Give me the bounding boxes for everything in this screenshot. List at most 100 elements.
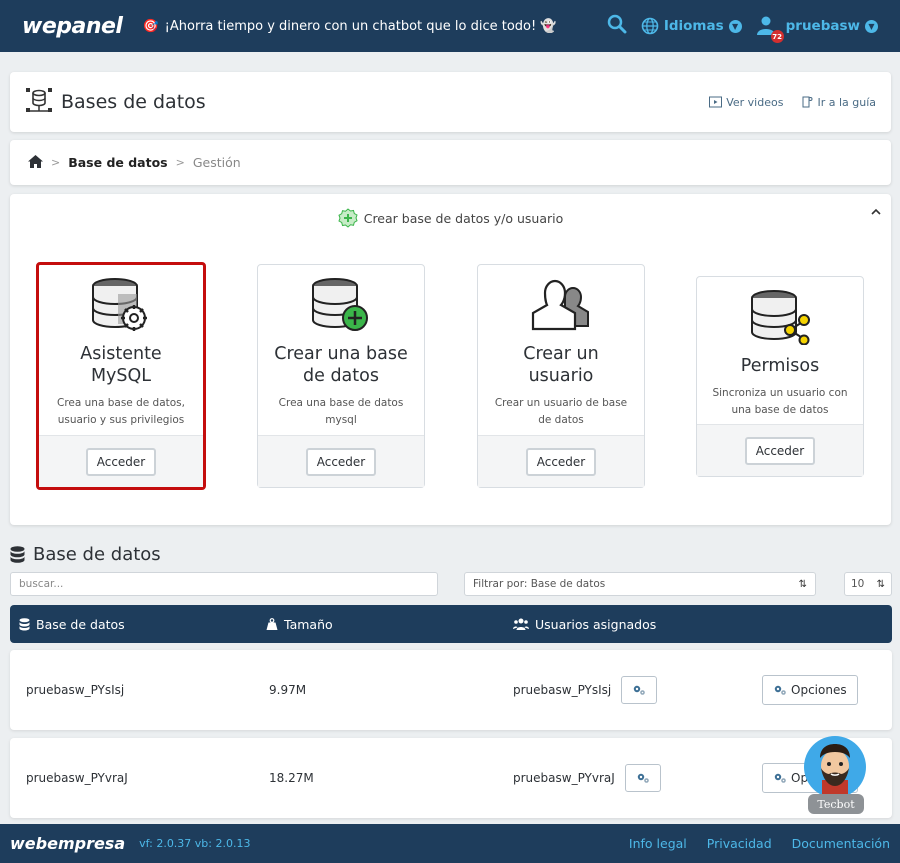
column-label: Base de datos bbox=[36, 616, 125, 632]
filter-select[interactable]: Filtrar por: Base de datos ⇅ bbox=[464, 572, 816, 596]
top-navbar: wepanel 🎯 ¡Ahorra tiempo y dinero con un… bbox=[0, 0, 900, 52]
version-info: vf: 2.0.37 vb: 2.0.13 bbox=[139, 837, 251, 850]
db-size: 18.27M bbox=[269, 771, 314, 785]
assigned-user: pruebasw_PYsIsj bbox=[513, 683, 612, 697]
search-icon[interactable] bbox=[607, 14, 627, 38]
video-icon bbox=[709, 96, 723, 108]
sort-arrows-icon: ⇅ bbox=[798, 578, 807, 590]
table-header: Base de datos Tamaño Usuarios asignados bbox=[10, 605, 892, 643]
option-description: Sincroniza un usuario con una base de da… bbox=[712, 387, 848, 416]
gears-icon bbox=[774, 773, 786, 783]
go-to-guide-label: Ir a la guía bbox=[817, 95, 876, 109]
column-header-users[interactable]: Usuarios asignados bbox=[513, 617, 656, 632]
access-button[interactable]: Acceder bbox=[525, 447, 597, 476]
table-row: pruebasw_PYvraJ 18.27M pruebasw_PYvraJ O… bbox=[10, 738, 892, 818]
access-button[interactable]: Acceder bbox=[744, 436, 816, 465]
column-label: Tamaño bbox=[284, 616, 333, 632]
chevron-up-icon[interactable] bbox=[871, 204, 881, 218]
option-permissions[interactable]: Permisos Sincroniza un usuario con una b… bbox=[696, 276, 864, 477]
tecbot-chat-launcher[interactable]: Tecbot bbox=[804, 736, 866, 816]
chevron-down-icon: ▼ bbox=[728, 19, 742, 33]
tecbot-avatar bbox=[804, 736, 866, 798]
database-icon bbox=[10, 545, 25, 563]
access-button[interactable]: Acceder bbox=[305, 447, 377, 476]
privacy-link[interactable]: Privacidad bbox=[707, 836, 772, 851]
db-section-label: Base de datos bbox=[33, 544, 161, 565]
database-network-icon bbox=[25, 86, 53, 118]
user-menu[interactable]: 72 pruebasw ▼ bbox=[756, 15, 878, 43]
database-add-icon bbox=[312, 278, 368, 331]
documentation-link[interactable]: Documentación bbox=[792, 836, 890, 851]
gears-icon bbox=[637, 773, 649, 783]
option-description: Crea una base de datos mysql bbox=[278, 397, 404, 426]
option-title: Crear un usuario bbox=[523, 344, 599, 386]
option-description: Crea una base de datos, usuario y sus pr… bbox=[56, 397, 185, 426]
database-share-icon bbox=[751, 290, 810, 346]
options-label: Opciones bbox=[791, 683, 847, 697]
guide-icon bbox=[802, 96, 813, 108]
gears-icon bbox=[634, 685, 646, 695]
breadcrumb-separator: > bbox=[175, 156, 185, 169]
view-videos-link[interactable]: Ver videos bbox=[709, 96, 783, 109]
page-header: Bases de datos Ver videos Ir a la guía bbox=[10, 72, 891, 132]
page-title: Bases de datos bbox=[61, 91, 206, 113]
sort-arrows-icon: ⇅ bbox=[876, 578, 885, 590]
option-create-user[interactable]: Crear un usuario Crear un usuario de bas… bbox=[477, 264, 645, 488]
footer: webempresa vf: 2.0.37 vb: 2.0.13 Info le… bbox=[0, 824, 900, 863]
column-header-database[interactable]: Base de datos bbox=[19, 617, 125, 632]
filter-label: Filtrar por: Base de datos bbox=[473, 578, 606, 590]
assigned-user: pruebasw_PYvraJ bbox=[513, 771, 615, 785]
promo-banner[interactable]: 🎯 ¡Ahorra tiempo y dinero con un chatbot… bbox=[142, 19, 556, 34]
go-to-guide-link[interactable]: Ir a la guía bbox=[801, 96, 876, 109]
search-input[interactable]: buscar... bbox=[10, 572, 438, 596]
option-description: Crear un usuario de base de datos bbox=[494, 397, 628, 426]
legal-info-link[interactable]: Info legal bbox=[629, 836, 687, 851]
database-icon bbox=[19, 617, 30, 630]
option-mysql-wizard[interactable]: Asistente MySQL Crea una base de datos, … bbox=[36, 262, 206, 490]
chevron-down-icon: ▼ bbox=[865, 19, 878, 33]
wepanel-logo[interactable]: wepanel bbox=[22, 14, 123, 39]
table-row: pruebasw_PYsIsj 9.97M pruebasw_PYsIsj Op… bbox=[10, 650, 892, 730]
create-section-title: Crear base de datos y/o usuario bbox=[363, 210, 564, 226]
options-button[interactable]: Opciones bbox=[762, 675, 858, 705]
globe-icon bbox=[641, 17, 659, 35]
db-name: pruebasw_PYvraJ bbox=[26, 771, 128, 785]
create-section: Crear base de datos y/o usuario Asistent… bbox=[10, 194, 891, 525]
view-videos-label: Ver videos bbox=[726, 95, 784, 109]
option-create-database[interactable]: Crear una base de datos Crea una base de… bbox=[257, 264, 425, 488]
add-icon bbox=[338, 208, 358, 228]
username-label: pruebasw bbox=[785, 18, 860, 34]
user-settings-button[interactable] bbox=[624, 764, 661, 792]
per-page-value: 10 bbox=[851, 578, 865, 590]
tecbot-label: Tecbot bbox=[808, 794, 864, 814]
users-icon bbox=[531, 279, 589, 331]
webempresa-logo[interactable]: webempresa bbox=[10, 834, 125, 853]
breadcrumb: > Base de datos > Gestión bbox=[10, 140, 891, 185]
breadcrumb-separator: > bbox=[51, 156, 61, 169]
db-size: 9.97M bbox=[269, 683, 307, 697]
option-title: Asistente MySQL bbox=[80, 344, 162, 386]
user-avatar: 72 bbox=[756, 15, 784, 43]
breadcrumb-sub: Gestión bbox=[192, 155, 241, 170]
access-button[interactable]: Acceder bbox=[85, 447, 157, 476]
notification-badge: 72 bbox=[770, 30, 784, 43]
option-title: Crear una base de datos bbox=[274, 344, 408, 386]
home-icon[interactable] bbox=[28, 154, 43, 171]
weight-icon bbox=[266, 618, 278, 630]
search-placeholder: buscar... bbox=[19, 578, 64, 590]
per-page-select[interactable]: 10 ⇅ bbox=[844, 572, 892, 596]
languages-menu[interactable]: Idiomas ▼ bbox=[641, 17, 742, 35]
db-section-title: Base de datos bbox=[10, 544, 161, 565]
gears-icon bbox=[774, 685, 786, 695]
breadcrumb-current[interactable]: Base de datos bbox=[68, 155, 167, 170]
target-emoji: 🎯 bbox=[142, 18, 159, 34]
column-header-size[interactable]: Tamaño bbox=[266, 617, 333, 632]
create-section-header[interactable]: Crear base de datos y/o usuario bbox=[10, 208, 891, 228]
column-label: Usuarios asignados bbox=[535, 616, 657, 632]
languages-label: Idiomas bbox=[663, 18, 724, 34]
users-icon bbox=[513, 618, 529, 630]
user-settings-button[interactable] bbox=[621, 676, 658, 704]
database-gear-icon bbox=[92, 278, 147, 331]
db-name: pruebasw_PYsIsj bbox=[26, 683, 125, 697]
option-title: Permisos bbox=[740, 356, 820, 376]
